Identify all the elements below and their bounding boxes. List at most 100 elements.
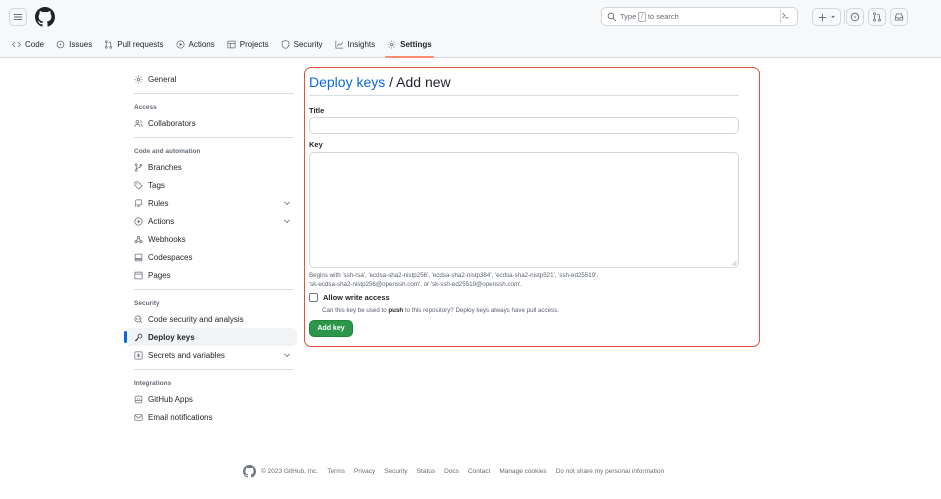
write-access-label[interactable]: Allow write access bbox=[323, 293, 390, 302]
add-deploy-key-form: Deploy keys / Add new Title Key Begins w… bbox=[304, 67, 760, 347]
sidebar-item-label: Tags bbox=[148, 180, 165, 190]
resize-handle-icon[interactable] bbox=[731, 260, 737, 266]
breadcrumb-deploy-keys-link[interactable]: Deploy keys bbox=[309, 74, 385, 90]
sidebar-item-code-security[interactable]: Code security and analysis bbox=[125, 310, 297, 328]
sidebar-item-deploy-keys[interactable]: Deploy keys bbox=[124, 328, 297, 346]
sidebar-item-secrets[interactable]: Secrets and variables bbox=[125, 346, 297, 364]
tab-pull-requests[interactable]: Pull requests bbox=[104, 36, 164, 52]
github-logo-icon[interactable] bbox=[35, 7, 55, 27]
write-access-note-push: push bbox=[388, 307, 404, 314]
sidebar-item-github-apps[interactable]: GitHub Apps bbox=[125, 390, 297, 408]
sidebar-item-collaborators[interactable]: Collaborators bbox=[125, 114, 297, 132]
key-format-hint: Begins with 'ssh-rsa', 'ecdsa-sha2-nistp… bbox=[309, 271, 749, 289]
command-palette-icon[interactable] bbox=[781, 11, 790, 20]
mail-icon bbox=[134, 413, 143, 421]
footer-link-do-not-share[interactable]: Do not share my personal information bbox=[556, 468, 664, 475]
pull-requests-button[interactable] bbox=[868, 8, 886, 26]
sidebar-divider bbox=[134, 93, 294, 94]
play-icon bbox=[134, 216, 143, 226]
key-textarea[interactable] bbox=[309, 152, 739, 268]
footer-link-security[interactable]: Security bbox=[384, 468, 407, 475]
menu-button[interactable] bbox=[9, 8, 27, 26]
search-shortcut-key: / bbox=[638, 11, 646, 22]
footer-link-contact[interactable]: Contact bbox=[468, 468, 490, 475]
issues-button[interactable] bbox=[846, 8, 864, 26]
people-icon bbox=[134, 119, 143, 127]
play-icon bbox=[175, 39, 185, 49]
github-logo-icon[interactable] bbox=[243, 464, 256, 478]
tab-settings[interactable]: Settings bbox=[385, 36, 434, 58]
sidebar-item-label: Secrets and variables bbox=[148, 350, 225, 360]
search-input[interactable]: Type / to search bbox=[601, 7, 798, 26]
footer-link-docs[interactable]: Docs bbox=[444, 468, 459, 475]
sidebar-item-label: Pages bbox=[148, 270, 171, 280]
git-branch-icon bbox=[134, 162, 143, 172]
write-access-note: Can this key be used to push to this rep… bbox=[322, 307, 559, 314]
search-placeholder-end: to search bbox=[647, 12, 679, 21]
sidebar-divider bbox=[134, 137, 294, 138]
sidebar-item-label: Email notifications bbox=[148, 412, 213, 422]
key-format-hint-line1: Begins with 'ssh-rsa', 'ecdsa-sha2-nistp… bbox=[309, 272, 599, 279]
tab-issues[interactable]: Issues bbox=[56, 36, 92, 52]
title-input[interactable] bbox=[309, 117, 739, 134]
sidebar-item-label: Webhooks bbox=[148, 234, 186, 244]
sidebar-item-label: Codespaces bbox=[148, 252, 193, 262]
chevron-down-icon bbox=[284, 201, 290, 206]
sidebar-item-rules[interactable]: Rules bbox=[125, 194, 297, 212]
repo-nav: Code Issues Pull requests Actions Projec… bbox=[12, 36, 444, 58]
sidebar-item-branches[interactable]: Branches bbox=[125, 158, 297, 176]
plus-icon bbox=[818, 13, 826, 21]
search-icon bbox=[607, 12, 616, 21]
sidebar-heading-access: Access bbox=[134, 103, 157, 111]
caret-down-icon bbox=[830, 15, 835, 19]
sidebar-item-tags[interactable]: Tags bbox=[125, 176, 297, 194]
create-new-button[interactable] bbox=[812, 8, 841, 26]
add-key-button[interactable]: Add key bbox=[309, 320, 353, 337]
page-title: Deploy keys / Add new bbox=[309, 74, 451, 90]
apps-icon bbox=[134, 395, 143, 403]
sidebar-item-label: Deploy keys bbox=[148, 332, 195, 342]
page-footer: © 2023 GitHub, Inc. Terms Privacy Securi… bbox=[243, 464, 673, 478]
sidebar-item-general[interactable]: General bbox=[125, 70, 297, 88]
sidebar-divider bbox=[134, 369, 294, 370]
footer-link-manage-cookies[interactable]: Manage cookies bbox=[499, 468, 546, 475]
tab-security[interactable]: Security bbox=[281, 36, 323, 52]
sidebar-item-actions[interactable]: Actions bbox=[125, 212, 297, 230]
gear-icon bbox=[387, 40, 396, 48]
tag-icon bbox=[134, 180, 143, 190]
title-field-label: Title bbox=[309, 106, 325, 115]
sidebar-item-label: GitHub Apps bbox=[148, 394, 193, 404]
sidebar-item-label: General bbox=[148, 74, 177, 84]
title-divider bbox=[309, 95, 739, 96]
write-access-note-start: Can this key be used to bbox=[322, 307, 389, 314]
tab-projects[interactable]: Projects bbox=[227, 36, 269, 52]
footer-link-privacy[interactable]: Privacy bbox=[354, 468, 375, 475]
sidebar-item-webhooks[interactable]: Webhooks bbox=[125, 230, 297, 248]
sidebar-heading-code-automation: Code and automation bbox=[134, 147, 201, 155]
app-header: Type / to search Code Issues Pull reques… bbox=[0, 0, 941, 58]
header-divider bbox=[844, 10, 845, 24]
tab-insights[interactable]: Insights bbox=[335, 36, 375, 52]
sidebar-item-label: Actions bbox=[148, 216, 175, 226]
sidebar-item-codespaces[interactable]: Codespaces bbox=[125, 248, 297, 266]
sidebar-item-email-notifications[interactable]: Email notifications bbox=[125, 408, 297, 426]
key-format-hint-line2: 'sk-ecdsa-sha2-nistp256@openssh.com', or… bbox=[309, 281, 522, 288]
shield-icon bbox=[281, 39, 289, 49]
codespaces-icon bbox=[134, 253, 143, 261]
footer-link-status[interactable]: Status bbox=[417, 468, 435, 475]
sidebar-item-label: Collaborators bbox=[148, 118, 196, 128]
settings-sidebar: General Access Collaborators Code and au… bbox=[124, 70, 297, 426]
sidebar-item-pages[interactable]: Pages bbox=[125, 266, 297, 284]
write-access-checkbox[interactable] bbox=[309, 293, 318, 302]
tab-actions-label: Actions bbox=[188, 39, 215, 49]
tab-actions[interactable]: Actions bbox=[175, 36, 215, 52]
tab-code-label: Code bbox=[25, 39, 45, 49]
tab-code[interactable]: Code bbox=[12, 36, 44, 52]
webhook-icon bbox=[134, 235, 143, 243]
tab-projects-label: Projects bbox=[239, 39, 269, 49]
gear-icon bbox=[134, 75, 143, 83]
issue-icon bbox=[56, 40, 65, 48]
footer-link-terms[interactable]: Terms bbox=[327, 468, 345, 475]
inbox-button[interactable] bbox=[890, 8, 908, 26]
footer-copyright: © 2023 GitHub, Inc. bbox=[261, 467, 319, 475]
